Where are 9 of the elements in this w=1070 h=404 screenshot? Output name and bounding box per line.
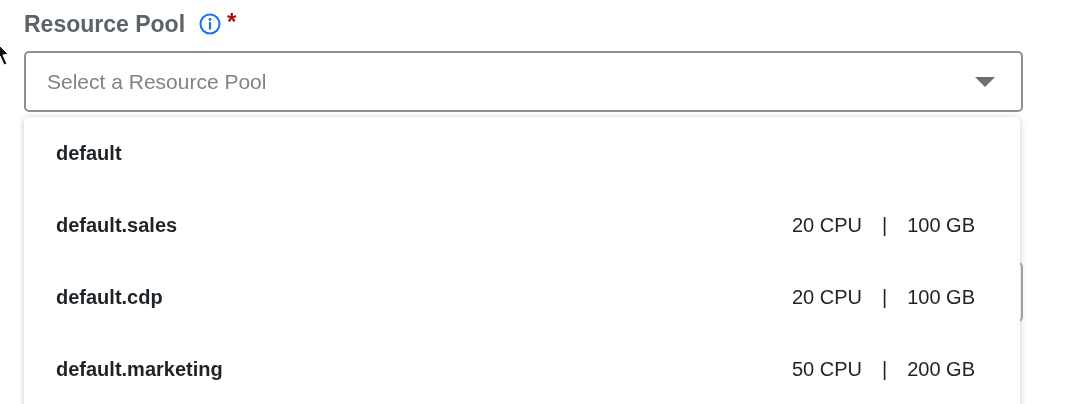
menu-option[interactable]: default.cdp 20 CPU | 100 GB xyxy=(24,261,1020,333)
menu-option[interactable]: default xyxy=(24,117,1020,189)
caret-icon xyxy=(975,76,995,87)
field-label: Resource Pool xyxy=(24,10,186,38)
menu-option[interactable]: default.marketing 50 CPU | 200 GB xyxy=(24,333,1020,404)
select-field[interactable]: Select a Resource Pool xyxy=(24,51,1023,112)
menu-option[interactable]: default.sales 20 CPU | 100 GB xyxy=(24,189,1020,261)
required-mark: * xyxy=(227,8,237,36)
info-icon[interactable] xyxy=(199,13,222,35)
